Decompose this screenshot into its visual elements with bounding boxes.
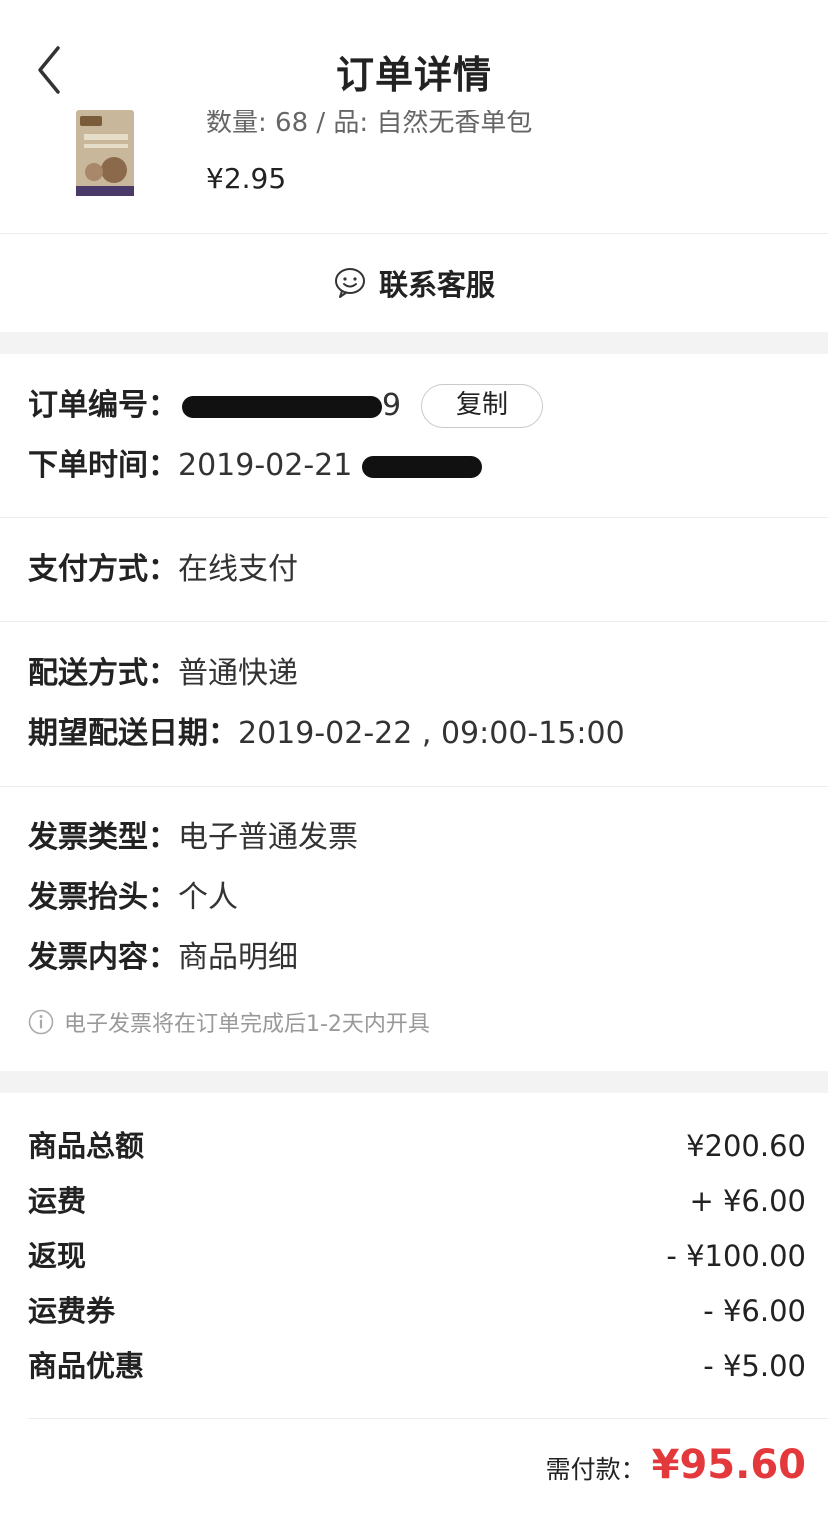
divider <box>0 517 828 518</box>
total-payable: 需付款： ¥95.60 <box>546 1442 806 1488</box>
copy-order-number-button[interactable]: 复制 <box>421 384 543 428</box>
section-gap <box>0 1071 828 1093</box>
delivery-date-value: 2019-02-22 , 09:00-15:00 <box>238 716 625 751</box>
delivery-method-label: 配送方式： <box>28 656 178 691</box>
product-item[interactable]: 数量: 68 / 品: 自然无香单包 ¥2.95 <box>0 96 828 232</box>
invoice-title-label: 发票抬头： <box>28 880 178 915</box>
payment-row: 支付方式：在线支付 <box>28 550 298 590</box>
delivery-method-row: 配送方式：普通快递 <box>28 654 298 694</box>
order-number-label: 订单编号： <box>28 388 178 423</box>
product-thumbnail <box>62 110 174 202</box>
delivery-date-label: 期望配送日期： <box>28 716 238 751</box>
summary-label: 运费 <box>28 1184 87 1218</box>
summary-amount: ¥200.60 <box>686 1129 806 1163</box>
invoice-content-label: 发票内容： <box>28 940 178 975</box>
payment-label: 支付方式： <box>28 552 178 587</box>
invoice-title-value: 个人 <box>178 880 238 915</box>
order-time-row: 下单时间：2019-02-21 <box>28 446 483 486</box>
invoice-type-value: 电子普通发票 <box>178 820 358 855</box>
summary-amount: - ¥5.00 <box>703 1349 806 1383</box>
summary-amount: + ¥6.00 <box>689 1184 806 1218</box>
contact-service-button[interactable]: 联系客服 <box>0 234 828 332</box>
payment-value: 在线支付 <box>178 552 298 587</box>
page-title: 订单详情 <box>335 53 492 97</box>
summary-amount: - ¥6.00 <box>703 1294 806 1328</box>
section-gap <box>0 332 828 354</box>
redacted-mark <box>362 455 483 478</box>
order-time-value: 2019-02-21 <box>178 448 353 483</box>
invoice-note: 电子发票将在订单完成后1-2天内开具 <box>28 1006 430 1038</box>
delivery-date-row: 期望配送日期：2019-02-22 , 09:00-15:00 <box>28 714 625 754</box>
invoice-type-label: 发票类型： <box>28 820 178 855</box>
invoice-type-row: 发票类型：电子普通发票 <box>28 818 358 858</box>
invoice-content-value: 商品明细 <box>178 940 298 975</box>
invoice-title-row: 发票抬头：个人 <box>28 878 238 918</box>
order-time-label: 下单时间： <box>28 448 178 483</box>
product-price: ¥2.95 <box>206 162 287 195</box>
chat-bubble-icon <box>334 268 365 298</box>
delivery-method-value: 普通快递 <box>178 656 298 691</box>
invoice-content-row: 发票内容：商品明细 <box>28 938 298 978</box>
summary-label: 商品总额 <box>28 1129 145 1163</box>
redacted-mark <box>182 395 382 418</box>
summary-label: 运费券 <box>28 1294 116 1328</box>
summary-label: 返现 <box>28 1239 87 1273</box>
order-number-tail: 9 <box>382 388 402 423</box>
order-number-row: 订单编号： 9 <box>28 386 401 426</box>
divider <box>0 621 828 622</box>
total-label: 需付款： <box>545 1455 646 1484</box>
total-amount: ¥95.60 <box>651 1442 806 1488</box>
top-bar: 订单详情 <box>0 0 828 110</box>
contact-service-label: 联系客服 <box>378 268 495 302</box>
summary-label: 商品优惠 <box>28 1349 145 1383</box>
divider <box>28 1418 828 1419</box>
invoice-note-text: 电子发票将在订单完成后1-2天内开具 <box>64 1012 430 1037</box>
info-icon <box>28 1009 54 1035</box>
summary-amount: - ¥100.00 <box>666 1239 806 1273</box>
divider <box>0 786 828 787</box>
